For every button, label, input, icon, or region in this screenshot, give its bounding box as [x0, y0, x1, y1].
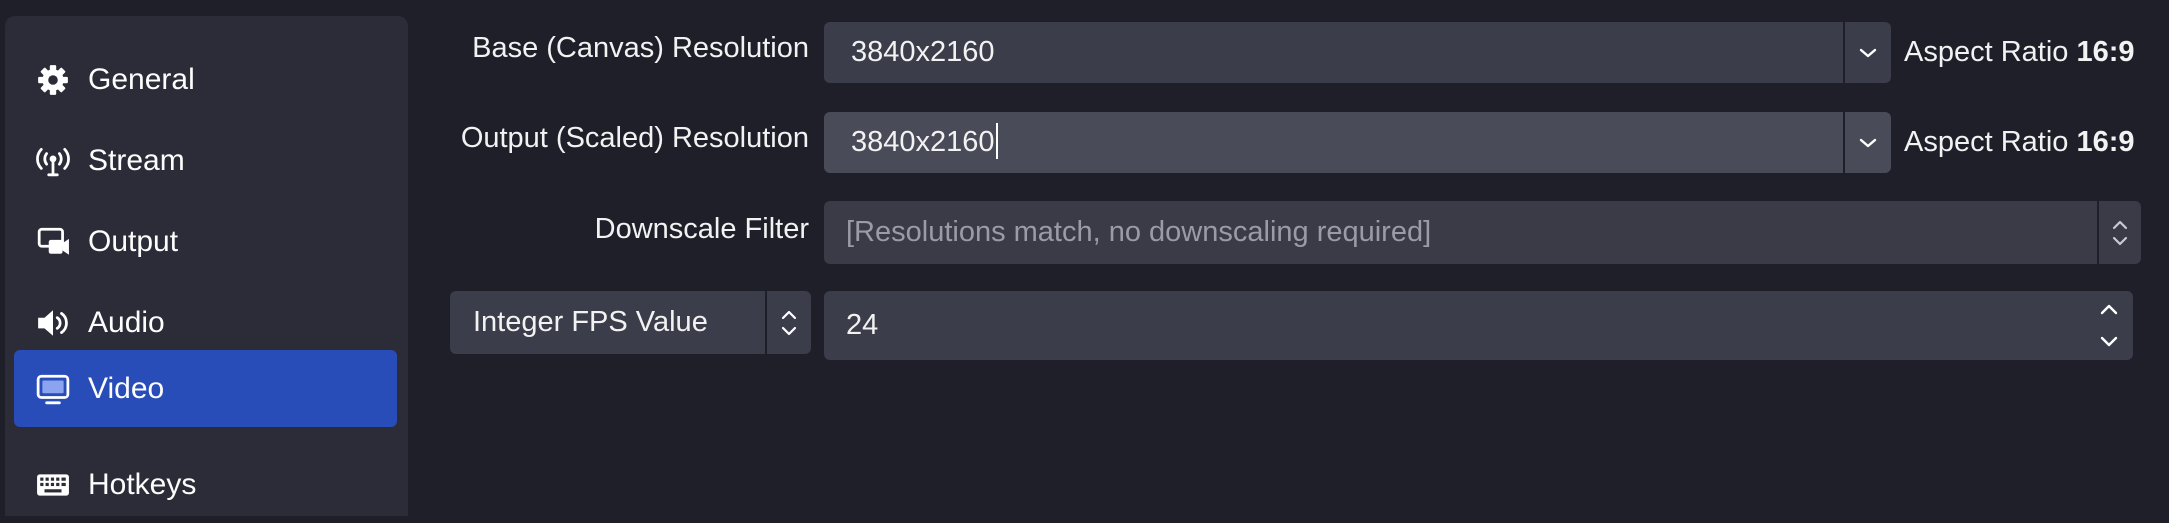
up-down-chevron-icon	[780, 307, 798, 339]
sidebar-item-label: Video	[88, 372, 165, 405]
output-resolution-combobox[interactable]: 3840x2160	[824, 112, 1891, 173]
fps-spin-buttons	[2093, 291, 2123, 360]
up-down-chevron-icon	[2111, 217, 2129, 249]
antenna-icon	[36, 144, 70, 178]
chevron-down-icon[interactable]	[2098, 334, 2120, 350]
sidebar-item-video[interactable]: Video	[14, 350, 397, 427]
sidebar-item-label: Stream	[88, 144, 185, 177]
fps-type-value: Integer FPS Value	[473, 306, 708, 338]
output-aspect-ratio-value: 16:9	[2076, 126, 2135, 158]
output-aspect-ratio: Aspect Ratio 16:9	[1904, 126, 2135, 159]
base-resolution-combobox[interactable]: 3840x2160	[824, 22, 1891, 83]
sidebar-item-general[interactable]: General	[14, 41, 397, 118]
fps-value: 24	[846, 309, 879, 341]
downscale-filter-selector-button[interactable]	[2097, 201, 2141, 264]
chevron-down-icon	[1859, 47, 1877, 59]
base-aspect-ratio: Aspect Ratio 16:9	[1904, 36, 2135, 69]
downscale-filter-select[interactable]: [Resolutions match, no downscaling requi…	[824, 201, 2141, 264]
output-resolution-dropdown-button[interactable]	[1843, 112, 1891, 173]
text-cursor	[995, 123, 998, 160]
base-aspect-ratio-value: 16:9	[2076, 36, 2135, 68]
chevron-up-icon[interactable]	[2098, 301, 2120, 317]
downscale-filter-label: Downscale Filter	[594, 213, 809, 245]
base-resolution-value: 3840x2160	[851, 36, 995, 68]
output-resolution-label: Output (Scaled) Resolution	[460, 122, 809, 154]
gear-icon	[36, 63, 70, 97]
base-resolution-dropdown-button[interactable]	[1843, 22, 1891, 83]
output-icon	[36, 225, 70, 259]
keyboard-icon	[36, 468, 70, 502]
sidebar-item-stream[interactable]: Stream	[14, 122, 397, 199]
downscale-filter-value: [Resolutions match, no downscaling requi…	[846, 216, 1432, 248]
sidebar-item-label: Hotkeys	[88, 468, 197, 501]
fps-type-selector-button[interactable]	[765, 291, 811, 354]
monitor-icon	[36, 372, 70, 406]
speaker-icon	[36, 306, 70, 340]
fps-value-spinbox[interactable]: 24	[824, 291, 2133, 360]
sidebar-item-output[interactable]: Output	[14, 203, 397, 280]
settings-sidebar: General Stream Output Audio Video Hotkey…	[5, 16, 408, 516]
sidebar-item-label: General	[88, 63, 195, 96]
base-resolution-label: Base (Canvas) Resolution	[472, 32, 809, 64]
chevron-down-icon	[1859, 137, 1877, 149]
fps-type-select[interactable]: Integer FPS Value	[450, 291, 811, 354]
sidebar-item-label: Output	[88, 225, 179, 258]
output-aspect-ratio-prefix: Aspect Ratio	[1904, 126, 2069, 158]
output-resolution-value: 3840x2160	[851, 112, 998, 173]
sidebar-item-hotkeys[interactable]: Hotkeys	[14, 446, 397, 523]
base-aspect-ratio-prefix: Aspect Ratio	[1904, 36, 2069, 68]
